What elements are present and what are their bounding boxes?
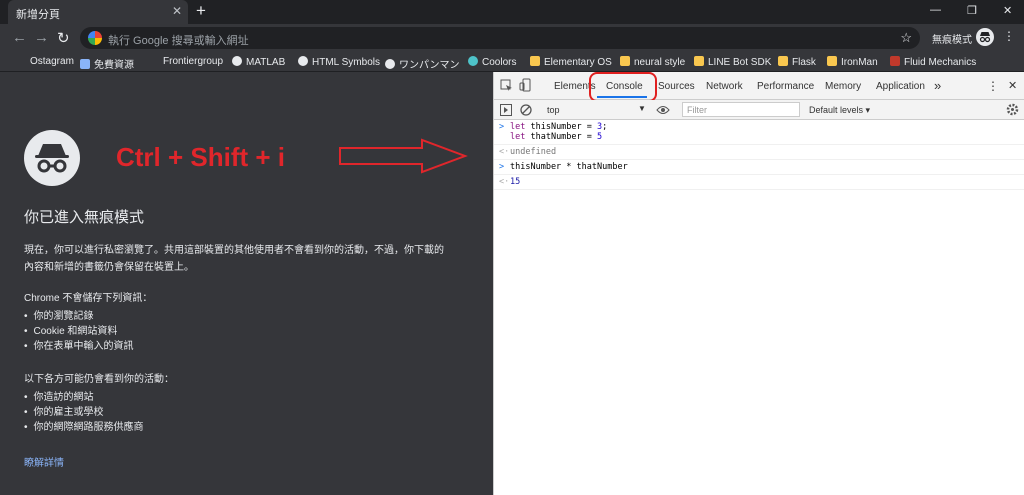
site-icon bbox=[80, 59, 90, 69]
input-prompt-icon: > bbox=[499, 162, 505, 172]
output-prompt-icon: <· bbox=[499, 177, 510, 187]
sidebar-toggle-icon[interactable] bbox=[500, 104, 512, 116]
live-expression-eye-icon[interactable] bbox=[656, 104, 670, 116]
window-close-button[interactable]: ✕ bbox=[1003, 4, 1012, 17]
console-output-line: <· undefined bbox=[494, 145, 1024, 160]
tab-strip: 新增分頁 ✕ + — ❐ ✕ bbox=[0, 0, 1024, 24]
bookmark-item[interactable]: Elementary OS bbox=[530, 56, 612, 68]
device-toolbar-icon[interactable] bbox=[519, 78, 531, 92]
output-prompt-icon: <· bbox=[499, 147, 510, 157]
bookmark-item[interactable]: neural style bbox=[620, 56, 685, 68]
bookmark-item[interactable]: Coolors bbox=[468, 56, 516, 68]
list-item: Cookie 和網站資料 bbox=[24, 324, 152, 339]
intro-paragraph: 現在，你可以進行私密瀏覽了。共用這部裝置的其他使用者不會看到你的活動，不過，你下… bbox=[24, 245, 444, 273]
folder-icon bbox=[778, 56, 788, 66]
bookmarks-bar: Ostagram 免費資源 Frontiergroup MATLAB HTML … bbox=[0, 52, 1024, 72]
restore-button[interactable]: ❐ bbox=[967, 4, 977, 17]
bookmark-item[interactable]: 免費資源 bbox=[80, 56, 134, 71]
bookmark-item[interactable]: ワンパンマン bbox=[385, 56, 460, 71]
inspect-element-icon[interactable] bbox=[500, 79, 513, 92]
folder-icon bbox=[827, 56, 837, 66]
tab-performance[interactable]: Performance bbox=[757, 81, 814, 92]
globe-icon bbox=[298, 56, 308, 66]
toolbar: ← → ↻ 執行 Google 搜尋或輸入網址 ☆ bbox=[0, 24, 1024, 52]
devtools-menu-icon[interactable]: ⋮ bbox=[987, 79, 999, 93]
console-output-line: <· 15 bbox=[494, 175, 1024, 190]
minimize-button[interactable]: — bbox=[930, 4, 941, 16]
not-saved-section: Chrome 不會儲存下列資訊： 你的瀏覽記錄 Cookie 和網站資料 你在表… bbox=[24, 291, 152, 354]
more-tabs-icon[interactable]: » bbox=[934, 78, 941, 93]
incognito-label[interactable]: 無痕模式 bbox=[932, 31, 972, 46]
tab-application[interactable]: Application bbox=[876, 81, 925, 92]
console-settings-gear-icon[interactable] bbox=[1006, 103, 1019, 116]
tab-new-tab[interactable]: 新增分頁 ✕ bbox=[8, 0, 188, 24]
input-prompt-icon: > bbox=[499, 122, 505, 132]
bookmark-item[interactable]: Ostagram bbox=[30, 56, 74, 67]
console-output[interactable]: > let thisNumber = 3; let thatNumber = 5… bbox=[494, 120, 1024, 190]
list-item: 你在表單中輸入的資訊 bbox=[24, 339, 152, 354]
globe-icon bbox=[232, 56, 242, 66]
context-dropdown-icon[interactable]: ▼ bbox=[638, 104, 646, 113]
google-icon bbox=[88, 31, 102, 45]
clear-console-icon[interactable] bbox=[520, 104, 532, 116]
list-item: 你造訪的網站 bbox=[24, 390, 174, 405]
reload-button[interactable]: ↻ bbox=[57, 29, 70, 47]
context-selector[interactable]: top bbox=[547, 105, 560, 115]
console-input-line: > let thisNumber = 3; let thatNumber = 5 bbox=[494, 120, 1024, 145]
incognito-icon bbox=[24, 130, 80, 186]
coolors-icon bbox=[468, 56, 478, 66]
back-button[interactable]: ← bbox=[12, 29, 27, 46]
forward-button[interactable]: → bbox=[34, 29, 49, 46]
shortcut-annotation: Ctrl + Shift + i bbox=[116, 142, 286, 172]
tab-sources[interactable]: Sources bbox=[658, 81, 695, 92]
bookmark-item[interactable]: MATLAB bbox=[232, 56, 285, 68]
list-item: 你的瀏覽記錄 bbox=[24, 309, 152, 324]
visible-heading: 以下各方可能仍會看到你的活動： bbox=[24, 374, 174, 385]
devtools-tab-bar: Elements Console Sources Network Perform… bbox=[494, 72, 1024, 102]
incognito-avatar-icon[interactable] bbox=[976, 28, 994, 46]
tab-network[interactable]: Network bbox=[706, 81, 743, 92]
tab-memory[interactable]: Memory bbox=[825, 81, 861, 92]
console-input-line: > thisNumber * thatNumber bbox=[494, 160, 1024, 175]
annotation-arrow-icon bbox=[339, 138, 468, 174]
log-levels-select[interactable]: Default levels ▾ bbox=[809, 105, 870, 116]
incognito-page: Ctrl + Shift + i 你已進入無痕模式 現在，你可以進行私密瀏覽了。… bbox=[0, 72, 493, 495]
bookmark-item[interactable]: LINE Bot SDK bbox=[694, 56, 771, 68]
n-icon bbox=[890, 56, 900, 66]
folder-icon bbox=[620, 56, 630, 66]
folder-icon bbox=[530, 56, 540, 66]
not-saved-heading: Chrome 不會儲存下列資訊： bbox=[24, 293, 153, 304]
learn-more-link[interactable]: 瞭解詳情 bbox=[24, 454, 64, 469]
bookmark-star-icon[interactable]: ☆ bbox=[900, 30, 912, 46]
omnibox-placeholder: 執行 Google 搜尋或輸入網址 bbox=[108, 35, 249, 47]
page-title: 你已進入無痕模式 bbox=[24, 209, 145, 226]
devtools-panel: Elements Console Sources Network Perform… bbox=[493, 72, 1024, 495]
tab-console[interactable]: Console bbox=[606, 81, 643, 92]
list-item: 你的雇主或學校 bbox=[24, 405, 174, 420]
bookmark-item[interactable]: IronMan bbox=[827, 56, 878, 68]
bookmark-item[interactable]: Flask bbox=[778, 56, 816, 68]
globe-icon bbox=[385, 59, 395, 69]
bookmark-item[interactable]: HTML Symbols bbox=[298, 56, 380, 68]
console-filter-input[interactable]: Filter bbox=[682, 102, 800, 117]
bookmark-item[interactable]: Frontiergroup bbox=[163, 56, 223, 67]
close-tab-icon[interactable]: ✕ bbox=[172, 4, 182, 18]
chrome-menu-icon[interactable]: ⋮ bbox=[1003, 29, 1015, 43]
active-tab-indicator bbox=[597, 96, 647, 98]
bookmark-item[interactable]: Fluid Mechanics bbox=[890, 56, 976, 68]
tab-title: 新增分頁 bbox=[16, 9, 60, 21]
console-toolbar: top ▼ Filter Default levels ▾ bbox=[494, 100, 1024, 120]
omnibox[interactable]: 執行 Google 搜尋或輸入網址 ☆ bbox=[80, 27, 920, 49]
devtools-close-icon[interactable]: ✕ bbox=[1008, 79, 1017, 92]
list-item: 你的網際網路服務供應商 bbox=[24, 420, 174, 435]
new-tab-button[interactable]: + bbox=[196, 1, 206, 21]
folder-icon bbox=[694, 56, 704, 66]
visible-to-section: 以下各方可能仍會看到你的活動： 你造訪的網站 你的雇主或學校 你的網際網路服務供… bbox=[24, 372, 174, 435]
